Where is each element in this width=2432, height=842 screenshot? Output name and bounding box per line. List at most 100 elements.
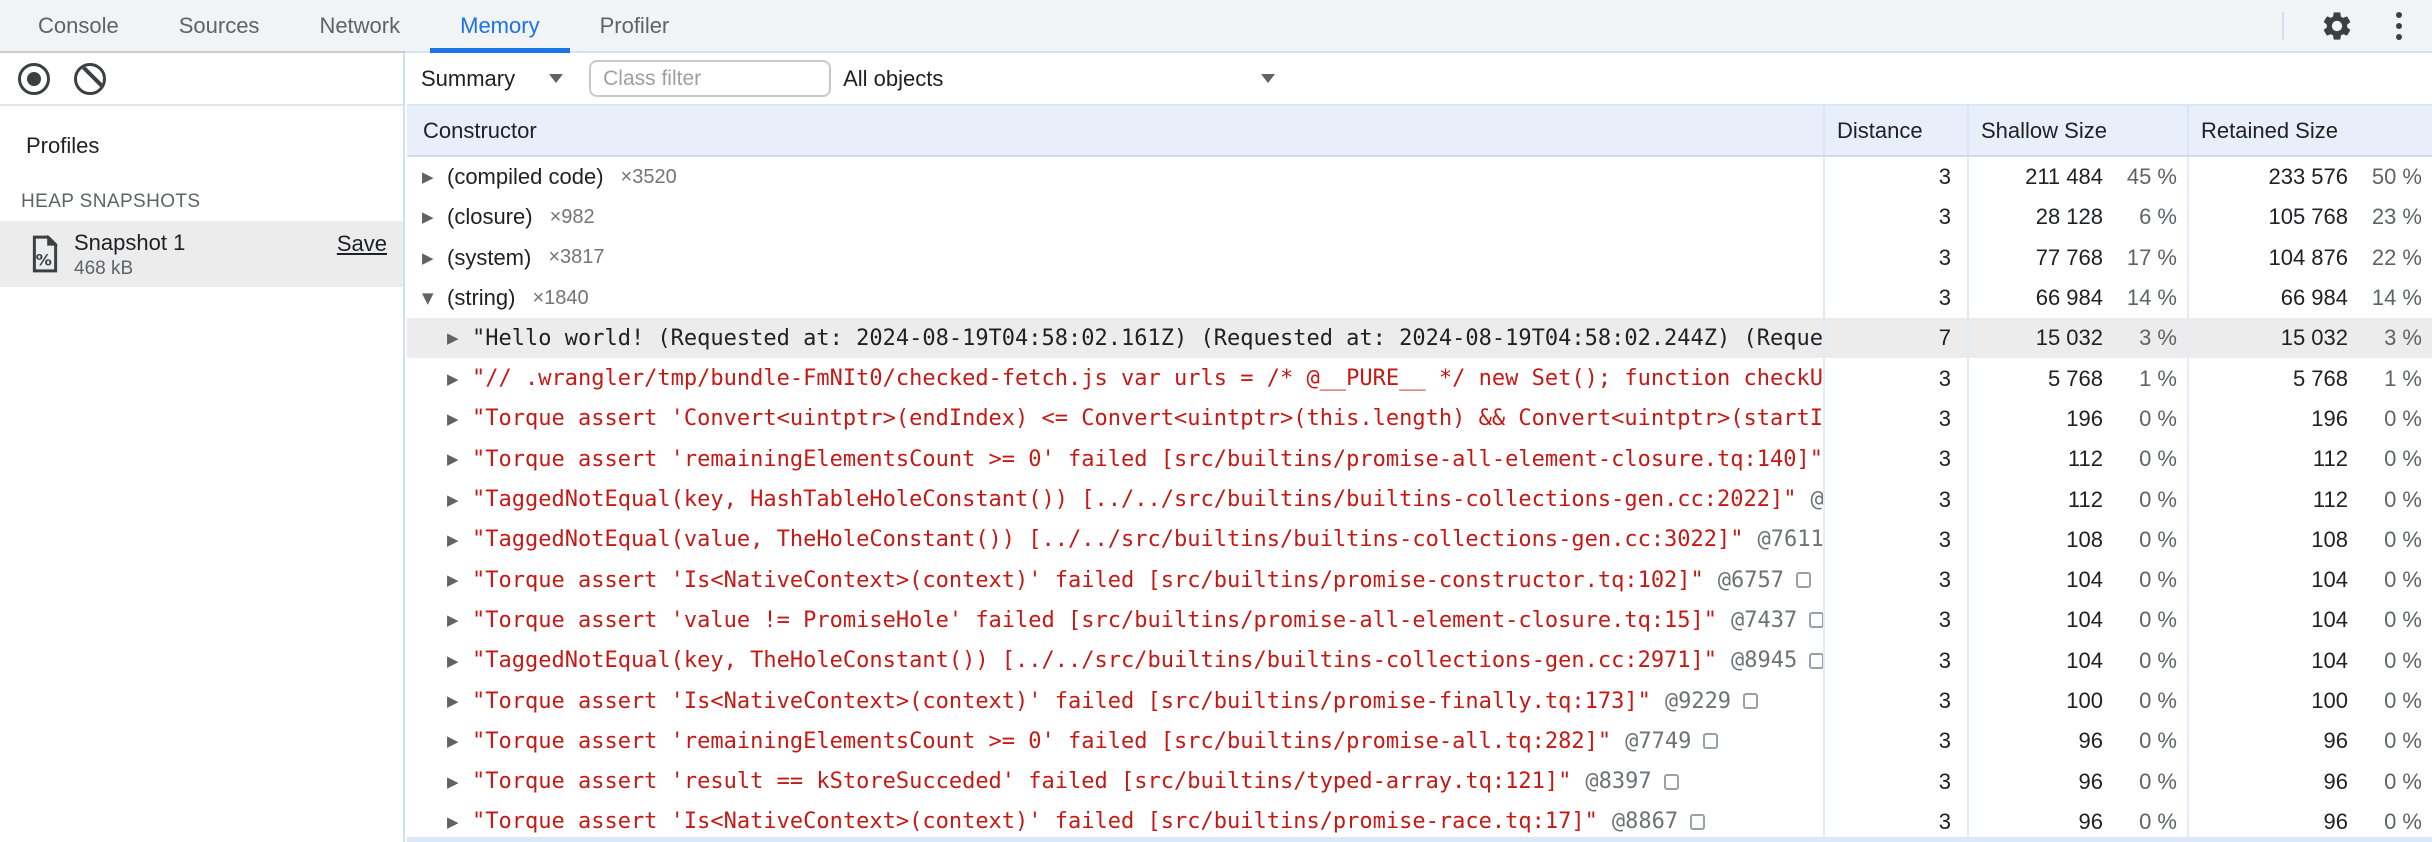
shallow-size-percent: 0 % [2139,808,2177,834]
expand-arrow-icon[interactable]: ▶ [447,571,467,589]
expand-arrow-icon[interactable]: ▶ [447,329,467,347]
objects-filter-select[interactable]: All objects [843,66,1276,92]
expand-arrow-icon[interactable]: ▶ [422,249,442,267]
profiles-heading: Profiles [26,133,100,158]
constructor-cell: ▶ "TaggedNotEqual(value, TheHoleConstant(… [407,520,1823,560]
devtools-tab-bar: Console Sources Network Memory Profiler [0,0,2432,53]
object-id: @7437 [1731,607,1798,633]
column-header-distance[interactable]: Distance [1823,106,1967,155]
expand-arrow-icon[interactable]: ▶ [447,813,467,831]
shallow-size-value: 66 984 [2035,285,2103,311]
reveal-box-icon[interactable] [1703,733,1719,750]
shallow-size-percent: 1 % [2139,365,2177,391]
tab-label: Network [319,12,401,38]
retained-size-percent: 22 % [2371,244,2422,270]
tab-sources[interactable]: Sources [149,0,290,51]
tab-profiler[interactable]: Profiler [570,0,700,51]
shallow-size-cell: 77 768 17 % [1967,237,2187,278]
table-row[interactable]: ▶ "Torque assert 'Convert<uintptr>(endInd… [407,398,2432,440]
tab-network[interactable]: Network [289,0,430,51]
reveal-box-icon[interactable] [1809,612,1823,629]
retained-size-percent: 0 % [2384,446,2422,472]
save-link[interactable]: Save [337,231,387,257]
expand-arrow-icon[interactable]: ▶ [447,692,467,710]
sidebar-item-snapshot-1[interactable]: % Snapshot 1 468 kB Save [0,221,403,287]
tab-label: Console [38,12,119,38]
kebab-menu-icon[interactable] [2390,8,2408,44]
expand-arrow-icon[interactable]: ▶ [447,611,467,629]
gear-icon[interactable] [2320,9,2354,43]
shallow-size-value: 77 768 [2035,244,2103,270]
perspective-select[interactable]: Summary [421,66,564,92]
constructor-cell: ▶ "Hello world! (Requested at: 2024-08-19… [407,318,1823,358]
column-header-constructor[interactable]: Constructor [407,106,1823,155]
table-row[interactable]: ▶ "Torque assert 'result == kStoreSuccede… [407,761,2432,802]
retained-size-value: 100 [2311,688,2348,713]
table-row[interactable]: ▶ "Torque assert 'value != PromiseHole' f… [407,600,2432,641]
distance-cell: 7 [1823,318,1967,359]
retained-size-percent: 0 % [2384,808,2422,834]
retained-size-cell: 66 984 14 % [2187,277,2432,319]
expand-arrow-icon[interactable]: ▶ [447,773,467,791]
retained-size-percent: 0 % [2384,647,2422,673]
shallow-size-value: 112 [2067,446,2103,472]
table-row[interactable]: ▶ (system) ×3817 3 77 768 17 % 104 876 22 % [407,237,2432,278]
table-row[interactable]: ▶ "Torque assert 'Is<NativeContext>(conte… [407,680,2432,722]
expand-arrow-icon[interactable]: ▶ [447,370,467,388]
expand-arrow-icon[interactable]: ▶ [447,732,467,750]
tab-memory[interactable]: Memory [430,0,571,53]
expand-arrow-icon[interactable]: ▶ [422,168,442,186]
object-id: @7749 [1625,728,1692,754]
retained-size-value: 104 [2311,567,2348,593]
reveal-box-icon[interactable] [1809,652,1823,669]
collapse-arrow-icon[interactable]: ▼ [422,289,442,307]
table-row[interactable]: ▼ (string) ×1840 3 66 984 14 % 66 984 14 % [407,277,2432,319]
reveal-box-icon[interactable] [1663,773,1679,790]
table-row[interactable]: ▶ (compiled code) ×3520 3 211 484 45 % 233 576… [407,157,2432,198]
expand-arrow-icon[interactable]: ▶ [447,531,467,549]
retained-size-percent: 23 % [2371,204,2422,230]
reveal-box-icon[interactable] [1796,572,1812,589]
retained-size-cell: 112 0 % [2187,479,2432,520]
clear-icon[interactable] [74,62,106,95]
expand-arrow-icon[interactable]: ▶ [447,410,467,428]
shallow-size-percent: 0 % [2139,446,2177,472]
constructor-cell: ▶ "Torque assert 'result == kStoreSuccede… [407,761,1823,801]
table-row[interactable]: ▶ "TaggedNotEqual(value, TheHoleConstant(… [407,519,2432,560]
retained-size-percent: 0 % [2384,486,2422,512]
constructor-cell: ▶ "TaggedNotEqual(key, TheHoleConstant())… [407,641,1823,681]
table-row[interactable]: ▶ "// .wrangler/tmp/bundle-FmNIt0/checked… [407,358,2432,399]
column-header-retained-size[interactable]: Retained Size [2187,106,2432,155]
table-row[interactable]: ▶ "Torque assert 'Is<NativeContext>(conte… [407,559,2432,601]
table-row[interactable]: ▶ "Hello world! (Requested at: 2024-08-19… [407,318,2432,359]
shallow-size-cell: 96 0 % [1967,761,2187,802]
table-row[interactable]: ▶ "TaggedNotEqual(key, HashTableHoleConst… [407,479,2432,520]
table-row[interactable]: ▶ "Torque assert 'remainingElementsCount … [407,721,2432,762]
constructor-cell: ▶ "Torque assert 'Is<NativeContext>(conte… [407,802,1823,842]
expand-arrow-icon[interactable]: ▶ [447,491,467,509]
table-bottom-edge [407,837,2432,842]
shallow-size-value: 112 [2067,486,2103,512]
expand-arrow-icon[interactable]: ▶ [447,450,467,468]
object-id: @8945 [1731,648,1798,674]
shallow-size-cell: 211 484 45 % [1967,157,2187,198]
shallow-size-cell: 96 0 % [1967,801,2187,842]
reveal-box-icon[interactable] [1743,693,1759,709]
expand-arrow-icon[interactable]: ▶ [422,208,442,226]
shallow-size-cell: 104 0 % [1967,640,2187,681]
column-header-shallow-size[interactable]: Shallow Size [1967,106,2187,155]
expand-arrow-icon[interactable]: ▶ [447,652,467,670]
retained-size-value: 104 876 [2268,244,2348,270]
record-icon[interactable] [18,62,50,95]
tab-console[interactable]: Console [8,0,149,51]
table-row[interactable]: ▶ "Torque assert 'remainingElementsCount … [407,439,2432,480]
reveal-box-icon[interactable] [1690,813,1706,830]
class-filter-input[interactable] [589,60,832,97]
distance-cell: 3 [1823,358,1967,399]
table-row[interactable]: ▶ "Torque assert 'Is<NativeContext>(conte… [407,801,2432,842]
panel-tabs: Console Sources Network Memory Profiler [8,0,700,53]
retained-size-value: 112 [2312,486,2348,512]
table-row[interactable]: ▶ (closure) ×982 3 28 128 6 % 105 768 23 % [407,197,2432,238]
devtools-memory-panel: Console Sources Network Memory Profiler … [0,0,2432,842]
table-row[interactable]: ▶ "TaggedNotEqual(key, TheHoleConstant())… [407,640,2432,681]
